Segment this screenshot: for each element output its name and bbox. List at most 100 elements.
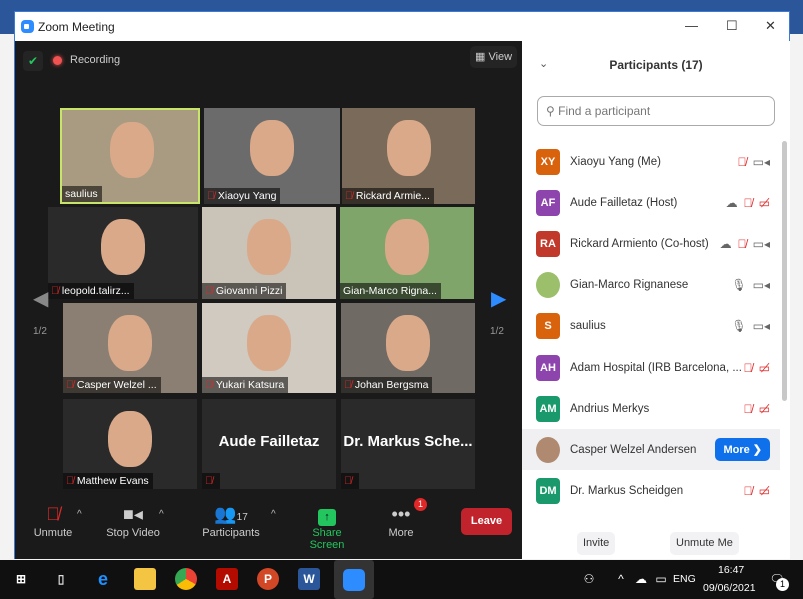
participant-row[interactable]: Casper Welzel Andersen More ❯ [522, 429, 780, 471]
video-camera-icon: ■◂ [123, 504, 143, 524]
muted-mic-icon: 🎙̸ [205, 475, 213, 487]
participant-name: Rickard Armiento (Co-host) [570, 237, 709, 250]
close-button[interactable]: ✕ [765, 18, 776, 34]
participant-video [385, 219, 429, 275]
video-off-icon[interactable]: ▭̸ [759, 484, 770, 498]
tile-name-label: 🎙̸ [341, 473, 359, 489]
start-windows-icon[interactable]: ⊞ [10, 568, 32, 590]
video-off-icon[interactable]: ▭̸ [759, 361, 770, 375]
participant-name: Aude Failletaz (Host) [570, 196, 678, 209]
muted-mic-icon[interactable]: 🎙̸ [744, 484, 753, 498]
participants-options-caret[interactable]: ^ [271, 509, 276, 520]
security-shield-icon[interactable]: ✔ [23, 51, 43, 71]
language-indicator[interactable]: ENG [673, 573, 696, 585]
show-hidden-icons-caret[interactable]: ^ [610, 568, 632, 590]
word-icon[interactable]: W [298, 568, 320, 590]
onedrive-cloud-icon[interactable]: ☁ [630, 568, 652, 590]
view-button[interactable]: ▦ View [470, 46, 518, 68]
file-explorer-icon[interactable] [134, 568, 156, 590]
leave-button[interactable]: Leave [461, 508, 512, 535]
video-tile[interactable]: Dr. Markus Sche... 🎙̸ [341, 399, 475, 489]
avatar [536, 272, 560, 299]
unmute-me-button[interactable]: Unmute Me [670, 532, 739, 555]
muted-mic-icon: 🎙̸ [51, 285, 59, 297]
video-tile[interactable]: 🎙̸ Giovanni Pizzi [202, 207, 336, 299]
people-icon[interactable]: ⚇ [578, 568, 600, 590]
battery-network-icon[interactable]: ▭ [650, 568, 672, 590]
participant-video [110, 122, 154, 178]
unmute-button[interactable]: 🎙̸ Unmute [33, 501, 73, 539]
clock-time[interactable]: 16:47 [718, 564, 744, 576]
mic-icon[interactable]: 🎙 [731, 319, 746, 333]
muted-mic-icon: 🎙̸ [344, 475, 352, 487]
muted-mic-icon[interactable]: 🎙̸ [744, 361, 753, 375]
participants-scrollbar[interactable] [782, 141, 787, 401]
video-off-icon[interactable]: ▭̸ [759, 402, 770, 416]
video-camera-icon[interactable]: ▭◂ [753, 278, 770, 292]
tile-name-label: 🎙̸ Rickard Armie... [342, 188, 434, 204]
video-tile[interactable]: 🎙̸ Matthew Evans [63, 399, 197, 489]
participant-row[interactable]: AM Andrius Merkys 🎙̸ ▭̸ [522, 388, 780, 429]
task-view-icon[interactable]: ▯ [50, 568, 72, 590]
participant-row[interactable]: XY Xiaoyu Yang (Me) 🎙̸ ▭◂ [522, 141, 780, 182]
participant-row[interactable]: Gian-Marco Rignanese 🎙 ▭◂ [522, 265, 780, 306]
muted-mic-icon: 🎙̸ [207, 190, 215, 202]
video-tile[interactable]: 🎙̸ leopold.talirz... [48, 207, 198, 299]
participant-row[interactable]: AH Adam Hospital (IRB Barcelona, ... 🎙̸ ▭̸ [522, 347, 780, 388]
video-tile[interactable]: saulius [60, 108, 200, 204]
video-options-caret[interactable]: ^ [159, 509, 164, 520]
tile-name-label: 🎙̸ Giovanni Pizzi [202, 283, 287, 299]
next-page-arrow[interactable]: ▶ [491, 286, 506, 311]
title-bar: Zoom Meeting — ☐ ✕ [15, 12, 789, 41]
edge-browser-icon[interactable]: e [92, 568, 114, 590]
chrome-icon[interactable] [175, 568, 197, 590]
zoom-taskbar-icon[interactable] [334, 560, 374, 599]
video-camera-icon[interactable]: ▭◂ [753, 319, 770, 333]
cloud-recording-icon: ☁ [725, 195, 738, 210]
participants-button[interactable]: 👥17 Participants [201, 501, 261, 539]
acrobat-icon[interactable]: A [216, 568, 238, 590]
audio-options-caret[interactable]: ^ [77, 509, 82, 520]
avatar: AH [536, 354, 560, 381]
clock-date[interactable]: 09/06/2021 [703, 582, 756, 594]
page-indicator-right: 1/2 [490, 326, 504, 337]
stop-video-button[interactable]: ■◂ Stop Video [103, 501, 163, 539]
participant-row[interactable]: Ssaulius 🎙 ▭◂ [522, 306, 780, 347]
video-tile[interactable]: Gian-Marco Rigna... [340, 207, 474, 299]
tile-name-label: 🎙̸ Casper Welzel ... [63, 377, 161, 393]
maximize-button[interactable]: ☐ [726, 18, 738, 34]
tile-name-label: 🎙̸ [202, 473, 220, 489]
avatar: AM [536, 395, 560, 422]
mic-icon[interactable]: 🎙 [731, 278, 746, 292]
minimize-button[interactable]: — [685, 18, 698, 33]
more-options-button[interactable]: More ❯ [715, 438, 770, 462]
video-tile[interactable]: Aude Failletaz 🎙̸ [202, 399, 336, 489]
video-camera-icon[interactable]: ▭◂ [753, 237, 770, 251]
participant-search-input[interactable]: ⚲ Find a participant [537, 96, 775, 126]
video-tile[interactable]: 🎙̸ Yukari Katsura [202, 303, 336, 393]
video-tile[interactable]: 🎙̸ Xiaoyu Yang [204, 108, 340, 204]
muted-mic-icon[interactable]: 🎙̸ [738, 237, 747, 251]
muted-mic-icon[interactable]: 🎙̸ [744, 402, 753, 416]
share-screen-button[interactable]: ↑ Share Screen [295, 501, 359, 551]
participant-name-large: Aude Failletaz [218, 433, 320, 450]
participant-video [101, 219, 145, 275]
muted-mic-icon: 🎙̸ [205, 379, 213, 391]
tile-name-label: 🎙̸ Matthew Evans [63, 473, 153, 489]
muted-mic-icon[interactable]: 🎙̸ [744, 196, 753, 210]
recording-label: Recording [70, 54, 121, 66]
participant-row[interactable]: AF Aude Failletaz (Host) ☁ 🎙̸ ▭̸ [522, 182, 780, 223]
video-off-icon[interactable]: ▭̸ [759, 196, 770, 210]
video-tile[interactable]: 🎙̸ Rickard Armie... [342, 108, 475, 204]
participant-row[interactable]: DM Dr. Markus Scheidgen 🎙̸ ▭̸ [522, 471, 780, 512]
tile-name-label: Gian-Marco Rigna... [340, 283, 441, 299]
participant-row[interactable]: RA Rickard Armiento (Co-host) ☁ 🎙̸ ▭◂ [522, 223, 780, 264]
muted-mic-icon[interactable]: 🎙̸ [738, 155, 747, 169]
video-tile[interactable]: 🎙̸ Johan Bergsma [341, 303, 475, 393]
tile-name-label: saulius [62, 186, 102, 202]
powerpoint-icon[interactable]: P [257, 568, 279, 590]
previous-page-arrow[interactable]: ◀ [33, 286, 48, 311]
invite-button[interactable]: Invite [577, 532, 616, 555]
video-tile[interactable]: 🎙̸ Casper Welzel ... [63, 303, 197, 393]
video-camera-icon[interactable]: ▭◂ [753, 155, 770, 169]
